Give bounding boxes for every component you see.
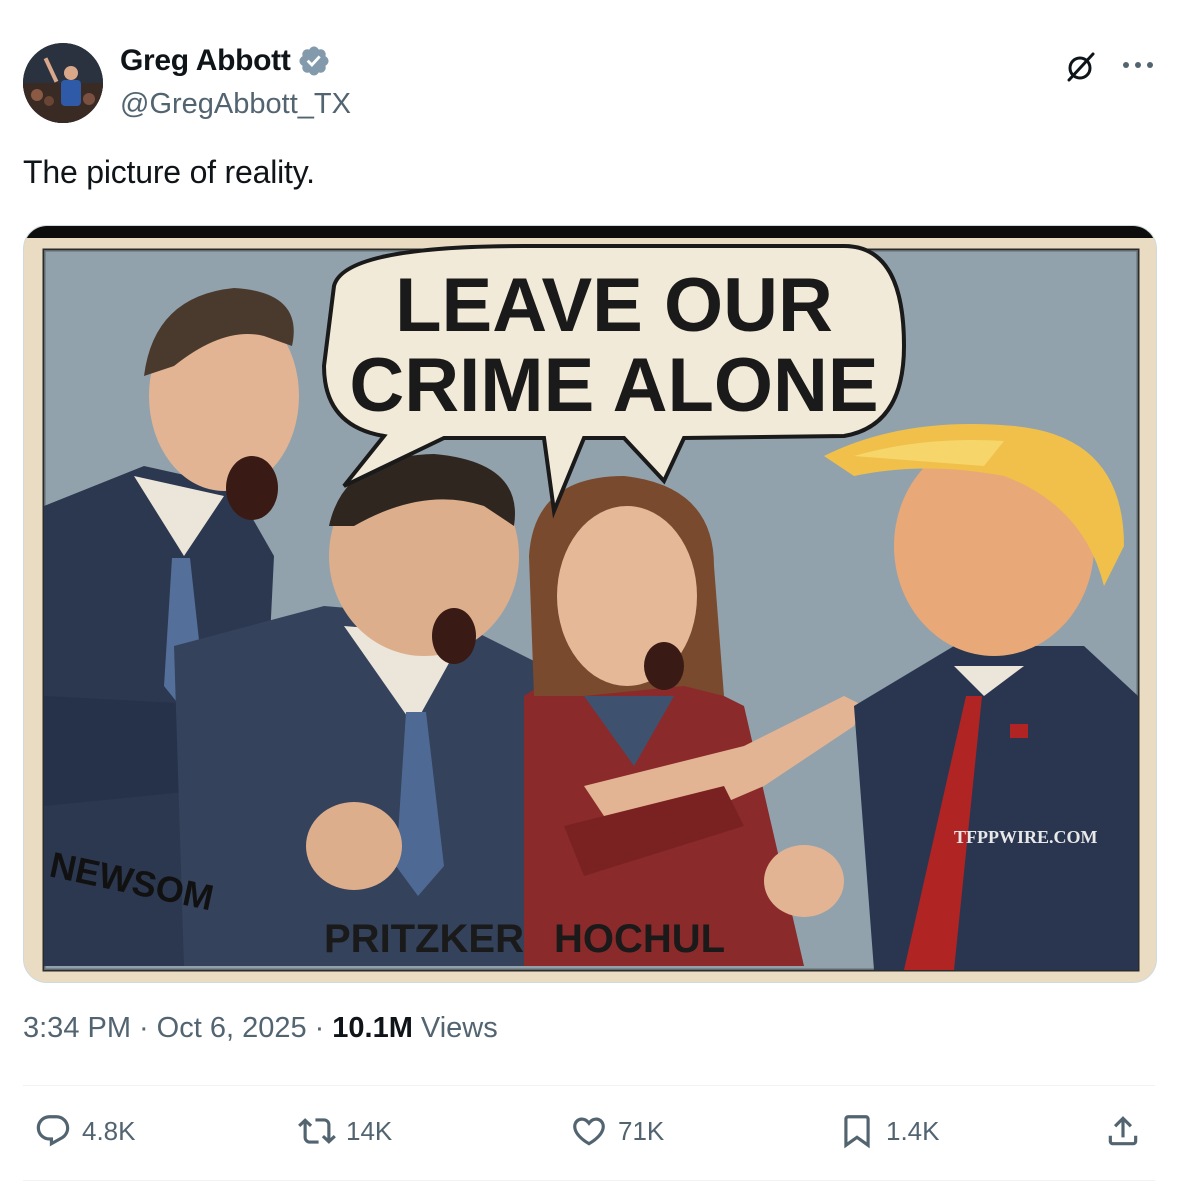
repost-icon: [298, 1118, 336, 1144]
meta-separator: ·: [139, 1012, 149, 1044]
bookmark-icon: [844, 1115, 870, 1149]
divider: [23, 1085, 1155, 1086]
reply-button[interactable]: 4.8K: [34, 1112, 136, 1150]
watermark: TFPPWIRE.COM: [954, 827, 1098, 847]
speech-bubble-line1: LEAVE OUR: [395, 263, 833, 348]
label-pritzker: PRITZKER: [324, 917, 524, 961]
avatar[interactable]: [23, 43, 103, 123]
verified-badge-icon[interactable]: [297, 44, 331, 78]
author-handle[interactable]: @GregAbbott_TX: [120, 88, 351, 121]
repost-button[interactable]: 14K: [298, 1112, 392, 1150]
bookmark-button[interactable]: 1.4K: [838, 1112, 940, 1150]
share-button[interactable]: [1104, 1112, 1142, 1150]
views-count: 10.1M: [332, 1012, 413, 1044]
tweet-media-image[interactable]: LEAVE OUR CRIME ALONE NEWSOM PRITZKER HO…: [23, 225, 1157, 983]
repost-count: 14K: [346, 1115, 393, 1146]
like-icon: [573, 1117, 605, 1146]
views-label: Views: [420, 1012, 498, 1044]
cartoon-illustration: LEAVE OUR CRIME ALONE NEWSOM PRITZKER HO…: [24, 226, 1156, 982]
author-display-name[interactable]: Greg Abbott: [120, 44, 291, 78]
reply-count: 4.8K: [82, 1115, 136, 1146]
tweet-time[interactable]: 3:34 PM: [23, 1012, 131, 1045]
grok-icon[interactable]: [1064, 50, 1098, 84]
label-hochul: HOCHUL: [554, 917, 725, 961]
like-count: 71K: [618, 1115, 665, 1146]
like-button[interactable]: 71K: [570, 1112, 664, 1150]
share-icon: [1108, 1116, 1138, 1146]
author-name-row[interactable]: Greg Abbott: [120, 44, 331, 78]
speech-bubble-line2: CRIME ALONE: [349, 343, 878, 428]
tweet-text: The picture of reality.: [23, 154, 315, 190]
avatar-image: [23, 43, 103, 123]
tweet-meta: 3:34 PM · Oct 6, 2025 · 10.1M Views: [23, 1012, 498, 1045]
bookmark-count: 1.4K: [886, 1115, 940, 1146]
more-icon[interactable]: [1118, 50, 1158, 80]
reply-icon: [36, 1115, 70, 1147]
meta-separator: ·: [314, 1012, 325, 1044]
divider: [23, 1180, 1155, 1181]
tweet-date[interactable]: Oct 6, 2025: [157, 1012, 307, 1045]
